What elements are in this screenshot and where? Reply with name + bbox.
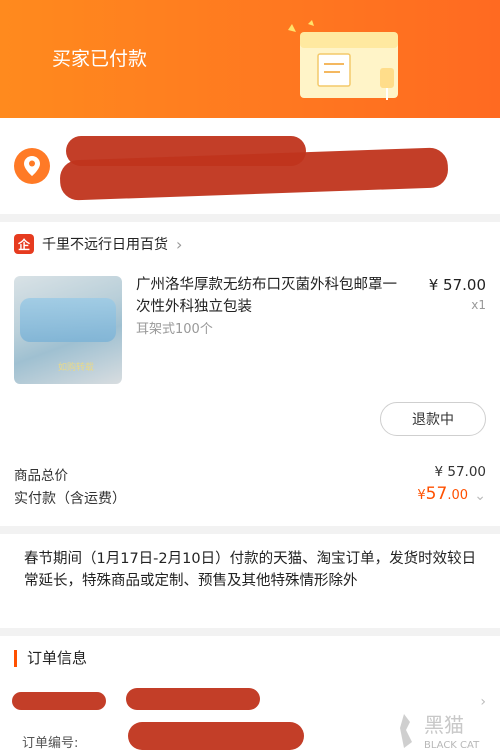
paid-amount-label: 实付款（含运费）	[14, 491, 126, 507]
order-status-title: 买家已付款	[52, 48, 148, 70]
redacted-order-number	[128, 722, 304, 750]
product-name[interactable]: 广州洛华厚款无纺布口灭菌外科包邮罩一次性外科独立包装	[136, 274, 408, 318]
paid-integer: 57	[425, 484, 448, 504]
order-status-header: 买家已付款	[0, 0, 500, 118]
shop-header[interactable]: 企 千里不远行日用百货 ›	[14, 232, 182, 256]
chevron-right-icon: ›	[176, 234, 183, 254]
shipping-address-card[interactable]	[0, 118, 500, 214]
product-thumbnail[interactable]: 如购转载	[14, 276, 122, 384]
redacted-order-line-1	[12, 692, 106, 710]
product-sku: 耳架式100个	[136, 322, 213, 337]
shipping-notice-text: 春节期间（1月17日-2月10日）付款的天猫、淘宝订单，发货时效较日常延长，特殊…	[24, 551, 477, 589]
shop-icon: 企	[14, 234, 34, 254]
chevron-down-icon[interactable]: ⌄	[474, 488, 486, 504]
shop-name: 千里不远行日用百货	[42, 237, 168, 253]
order-info-title: 订单信息	[14, 650, 87, 667]
refund-status-button[interactable]: 退款中	[380, 402, 486, 436]
package-illustration	[288, 20, 398, 100]
paid-decimal: .00	[447, 488, 468, 503]
watermark-en: BLACK CAT	[424, 740, 480, 751]
goods-total-label: 商品总价	[14, 468, 68, 484]
thumbnail-watermark: 如购转载	[58, 363, 95, 373]
redacted-order-line-2	[126, 688, 260, 710]
order-number-label: 订单编号:	[22, 736, 79, 751]
order-item-card: 企 千里不远行日用百货 › 如购转载 广州洛华厚款无纺布口灭菌外科包邮罩一次性外…	[0, 222, 500, 526]
paid-currency: ¥	[417, 488, 426, 503]
black-cat-watermark: 黑猫 BLACK CAT	[400, 713, 480, 751]
product-price: ¥ 57.00	[428, 276, 486, 294]
order-info-card: 订单信息 › 订单编号: 黑猫 BLACK CAT	[0, 636, 500, 756]
location-pin-icon	[14, 148, 50, 184]
watermark-cn: 黑猫	[424, 713, 464, 737]
product-quantity: x1	[471, 298, 486, 312]
shipping-notice-card: 春节期间（1月17日-2月10日）付款的天猫、淘宝订单，发货时效较日常延长，特殊…	[0, 534, 500, 628]
mask-image	[20, 298, 116, 342]
paid-amount-value: ¥57.00	[417, 484, 468, 504]
goods-total-value: ¥ 57.00	[434, 464, 486, 480]
